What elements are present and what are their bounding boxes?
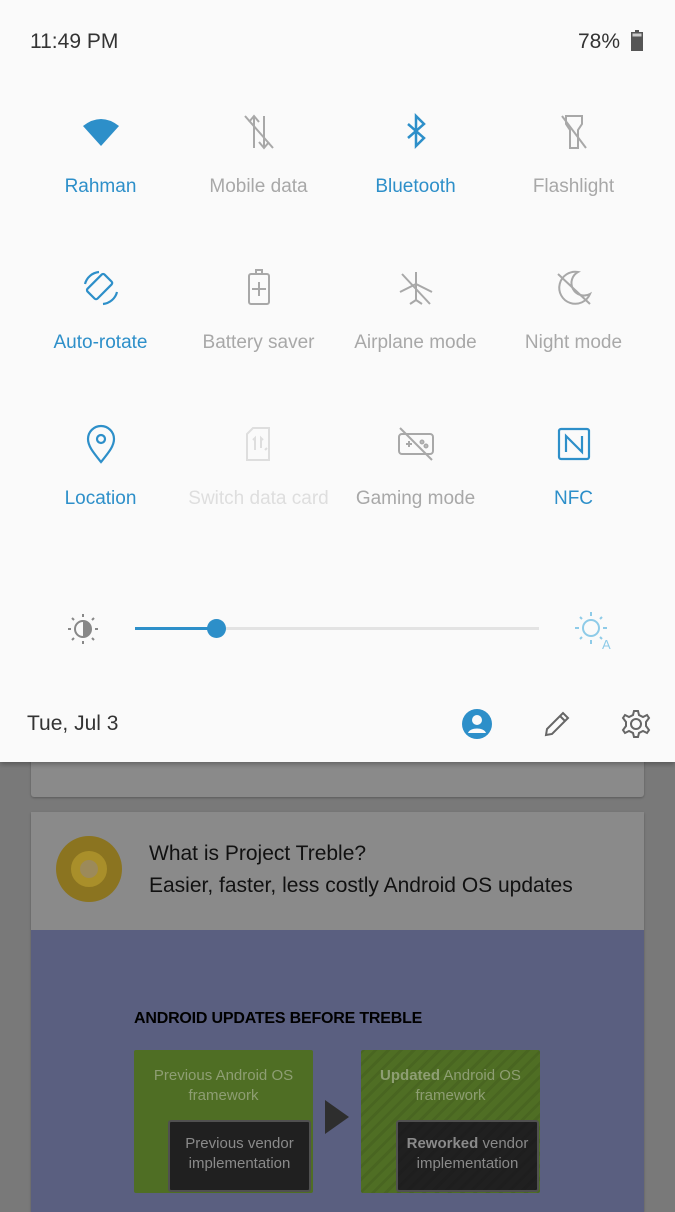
tile-switch-data-card[interactable]: Switch data card (180, 422, 337, 562)
diagram-title: ANDROID UPDATES BEFORE TREBLE (134, 1010, 423, 1027)
bluetooth-icon (406, 112, 426, 150)
account-circle-icon[interactable] (461, 708, 493, 740)
article-subtitle: Easier, faster, less costly Android OS u… (149, 874, 573, 897)
brightness-thumb[interactable] (206, 619, 226, 638)
article-card: What is Project Treble? Easier, faster, … (31, 812, 644, 1212)
android-oreo-logo-icon (56, 836, 122, 902)
arrow-right-icon (325, 1100, 349, 1134)
left-vendor-label: Previous vendor implementation (185, 1135, 294, 1172)
left-framework-label: Previous Android OS framework (153, 1067, 294, 1104)
battery-saver-icon (247, 269, 270, 305)
brightness-track[interactable] (135, 619, 539, 638)
brightness-low-icon (68, 614, 98, 644)
tile-location[interactable]: Location (22, 422, 179, 562)
night-mode-off-icon (556, 270, 592, 305)
tile-gaming-mode[interactable]: Gaming mode (337, 422, 494, 562)
flashlight-off-icon (560, 115, 587, 149)
tile-label: Night mode (524, 332, 623, 353)
battery-icon (631, 30, 643, 51)
tile-flashlight[interactable]: Flashlight (495, 110, 652, 250)
auto-rotate-icon (83, 270, 118, 306)
nfc-icon (557, 427, 590, 461)
pencil-icon[interactable] (541, 708, 573, 740)
tile-label: Battery saver (202, 332, 315, 353)
brightness-auto-icon[interactable]: A (572, 610, 614, 650)
status-bar: 11:49 PM 78% (0, 0, 675, 85)
shade-footer: Tue, Jul 3 (0, 690, 675, 762)
article-header: What is Project Treble? Easier, faster, … (31, 812, 644, 930)
tile-nfc[interactable]: NFC (495, 422, 652, 562)
gamepad-off-icon (397, 427, 434, 461)
brightness-fill (135, 627, 216, 630)
tile-night-mode[interactable]: Night mode (495, 266, 652, 406)
tile-label: Airplane mode (354, 332, 477, 353)
sim-switch-icon (245, 427, 270, 461)
battery-percentage: 78% (577, 30, 620, 53)
airplane-off-icon (399, 272, 432, 305)
tile-label: Switch data card (188, 488, 329, 509)
left-vendor-box: Previous vendor implementation (168, 1120, 311, 1192)
brightness-slider[interactable]: A (0, 600, 675, 660)
treble-diagram: ANDROID UPDATES BEFORE TREBLE Previous A… (31, 930, 644, 1212)
date-label: Tue, Jul 3 (27, 712, 119, 735)
gear-icon[interactable] (620, 708, 652, 740)
tile-label: Bluetooth (375, 176, 456, 197)
wifi-icon (82, 119, 119, 146)
svg-text:A: A (602, 637, 611, 650)
mobile-data-off-icon (243, 114, 274, 150)
tile-label: Flashlight (532, 176, 615, 197)
tile-label: Location (64, 488, 137, 509)
tile-auto-rotate[interactable]: Auto-rotate (22, 266, 179, 406)
right-vendor-label: Reworked vendor implementation (406, 1135, 529, 1172)
right-framework-label: Updated Android OS framework (380, 1067, 521, 1104)
location-pin-icon (86, 424, 115, 464)
tile-label: Mobile data (209, 176, 308, 197)
tile-battery-saver[interactable]: Battery saver (180, 266, 337, 406)
article-title: What is Project Treble? (149, 842, 367, 865)
tile-mobile-data[interactable]: Mobile data (180, 110, 337, 250)
tile-label: Gaming mode (355, 488, 476, 509)
quick-settings-shade: 11:49 PM 78% Rahman Mobile data Bluetoot… (0, 0, 675, 762)
tile-label: Rahman (64, 176, 137, 197)
right-vendor-box: Reworked vendor implementation (396, 1120, 539, 1192)
tile-airplane-mode[interactable]: Airplane mode (337, 266, 494, 406)
tile-bluetooth[interactable]: Bluetooth (337, 110, 494, 250)
clock: 11:49 PM (30, 30, 119, 53)
tile-label: Auto-rotate (53, 332, 148, 353)
tile-label: NFC (553, 488, 594, 509)
tile-wifi[interactable]: Rahman (22, 110, 179, 250)
